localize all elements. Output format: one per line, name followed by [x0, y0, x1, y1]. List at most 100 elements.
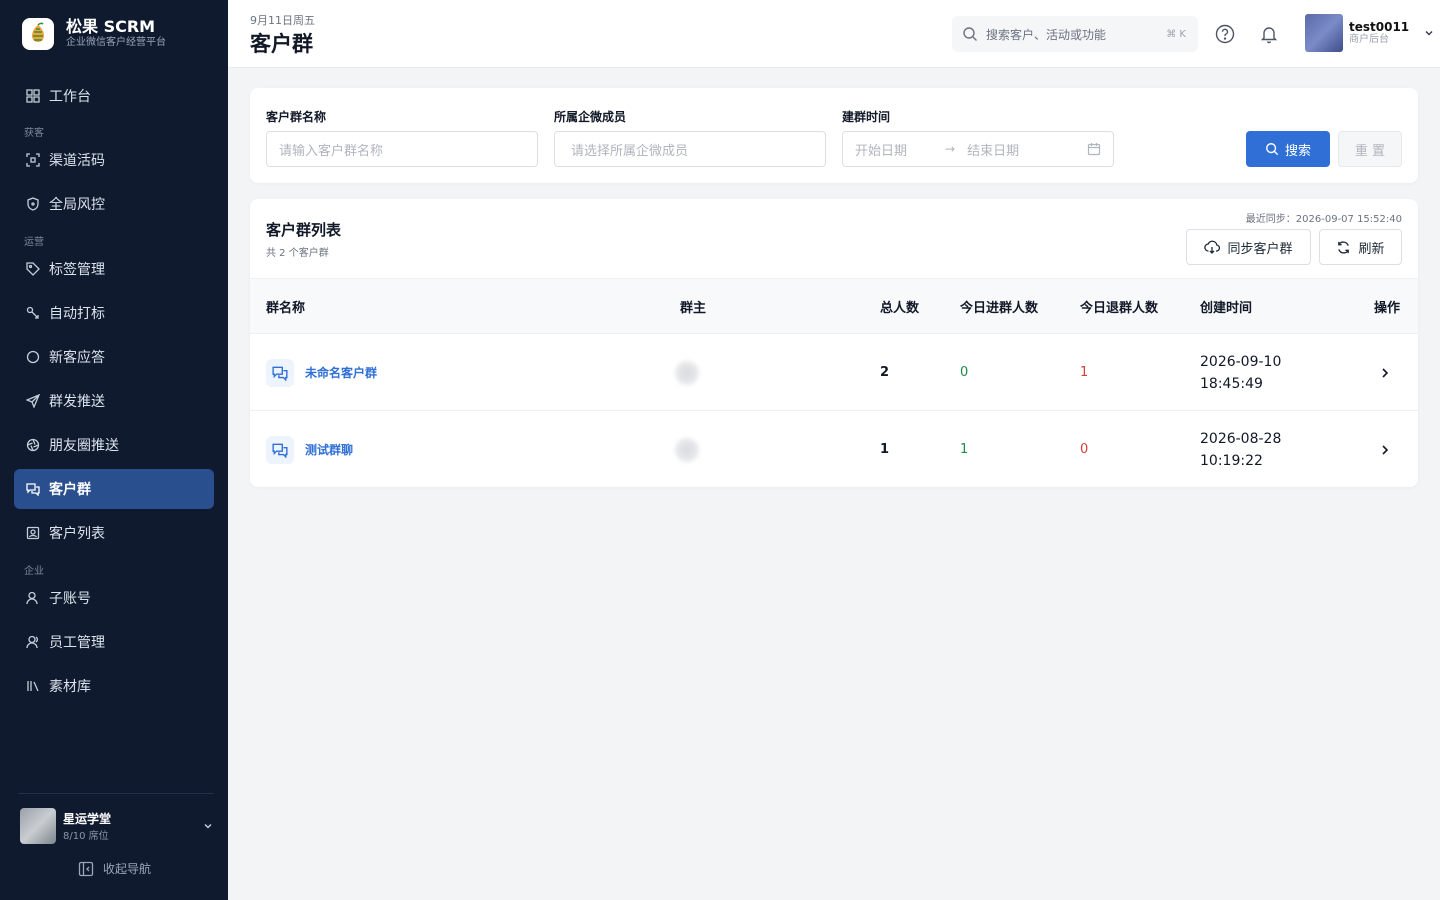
nav-item-new-customer[interactable]: 新客应答: [14, 337, 214, 377]
member-placeholder: 请选择所属企微成员: [571, 143, 689, 159]
date-range-picker[interactable]: 开始日期 → 结束日期: [842, 131, 1114, 167]
column-header-actions: 操作: [1374, 300, 1401, 316]
total-members: 2: [880, 365, 890, 380]
nav-label: 自动打标: [49, 306, 105, 322]
reset-button[interactable]: 重 置: [1338, 131, 1402, 167]
search-button[interactable]: 搜索: [1246, 131, 1330, 167]
nav-item-mass-push[interactable]: 群发推送: [14, 381, 214, 421]
nav-section-acquire: 获客: [24, 128, 44, 139]
nav-item-tag-mgmt[interactable]: 标签管理: [14, 249, 214, 289]
group-list-card: 客户群列表 共 2 个客户群 最近同步：2026-09-07 15:52:40 …: [250, 199, 1418, 487]
topbar: 9月11日周五 客户群 搜索客户、活动或功能 ⌘ K test0011 商户后台: [228, 0, 1440, 68]
search-placeholder: 搜索客户、活动或功能: [986, 27, 1107, 42]
cloud-sync-icon: [1204, 239, 1221, 255]
filter-card: 客户群名称 请输入客户群名称 所属企微成员 请选择所属企微成员 建群时间 开始日…: [250, 88, 1418, 183]
nav-item-channel-code[interactable]: 渠道活码: [14, 140, 214, 180]
table-row[interactable]: 未命名客户群 2 0 1 2026-09-10 18:45:49: [250, 334, 1418, 411]
list-count: 共 2 个客户群: [266, 248, 329, 259]
nav-item-workbench[interactable]: 工作台: [14, 76, 214, 116]
brand-subtitle: 企业微信客户经营平台: [66, 37, 166, 48]
nav-label: 素材库: [49, 679, 91, 695]
member-select[interactable]: 请选择所属企微成员: [554, 131, 826, 167]
group-name-link[interactable]: 测试群聊: [305, 441, 353, 458]
group-chat-icon: [25, 481, 41, 497]
aperture-icon: [25, 437, 41, 453]
global-search[interactable]: 搜索客户、活动或功能 ⌘ K: [952, 16, 1198, 52]
owner-avatar: [675, 360, 699, 385]
nav-label: 渠道活码: [49, 153, 105, 169]
nav-label: 朋友圈推送: [49, 438, 119, 454]
column-header-joined-today: 今日进群人数: [960, 300, 1039, 316]
nav-item-auto-tag[interactable]: 自动打标: [14, 293, 214, 333]
group-name-cell[interactable]: 测试群聊: [266, 411, 353, 487]
reset-button-label: 重 置: [1354, 143, 1386, 159]
nav-item-moments-push[interactable]: 朋友圈推送: [14, 425, 214, 465]
table-row[interactable]: 测试群聊 1 1 0 2026-08-28 10:19:22: [250, 411, 1418, 487]
user-icon: [25, 590, 41, 606]
created-date: 2026-08-28: [1200, 430, 1282, 447]
brand-name: 松果 SCRM: [66, 17, 156, 36]
nav-label: 群发推送: [49, 394, 105, 410]
tag-icon: [25, 261, 41, 277]
nav-label: 客户群: [49, 482, 91, 498]
column-header-total: 总人数: [880, 300, 920, 316]
group-name-link[interactable]: 未命名客户群: [305, 364, 377, 381]
qrcode-scan-icon: [25, 152, 41, 168]
collapse-nav-button[interactable]: 收起导航: [78, 860, 151, 877]
group-owner-cell: [675, 411, 699, 487]
column-header-left-today: 今日退群人数: [1080, 300, 1159, 316]
nav-item-risk-control[interactable]: 全局风控: [14, 184, 214, 224]
bell-icon[interactable]: [1257, 22, 1281, 46]
created-clock: 10:19:22: [1200, 452, 1263, 469]
created-time: 2026-08-28 10:19:22: [1200, 411, 1281, 487]
search-button-label: 搜索: [1284, 143, 1311, 159]
group-name-cell[interactable]: 未命名客户群: [266, 334, 377, 411]
nav-item-customer-list[interactable]: 客户列表: [14, 513, 214, 553]
search-shortcut: ⌘ K: [1166, 28, 1186, 40]
last-sync-time: 最近同步：2026-09-07 15:52:40: [1245, 214, 1402, 225]
nav-label: 新客应答: [49, 350, 105, 366]
nav-section-ops: 运营: [24, 237, 44, 248]
refresh-button[interactable]: 刷新: [1319, 229, 1402, 265]
brand[interactable]: 松果 SCRM 企业微信客户经营平台: [22, 17, 166, 50]
start-date-input[interactable]: 开始日期: [855, 140, 907, 159]
nav-item-staff-mgmt[interactable]: 员工管理: [14, 622, 214, 662]
send-icon: [25, 393, 41, 409]
nav-item-sub-accounts[interactable]: 子账号: [14, 578, 214, 618]
column-header-created: 创建时间: [1200, 300, 1253, 316]
chevron-right-icon[interactable]: [1378, 411, 1392, 487]
created-time: 2026-09-10 18:45:49: [1200, 334, 1281, 411]
nav-label: 子账号: [49, 591, 91, 607]
group-name-placeholder: 请输入客户群名称: [279, 143, 384, 159]
shield-icon: [25, 196, 41, 212]
sync-button-label: 同步客户群: [1227, 241, 1293, 257]
nav-label: 全局风控: [49, 197, 105, 213]
user-menu[interactable]: test0011 商户后台: [1305, 14, 1435, 52]
chevron-right-icon[interactable]: [1378, 334, 1392, 411]
group-name-input[interactable]: 请输入客户群名称: [266, 131, 538, 167]
workspace-switcher[interactable]: 星运学堂 8/10 席位: [20, 808, 214, 844]
column-header-owner: 群主: [680, 300, 707, 316]
sidebar-collapse-icon: [78, 861, 94, 877]
refresh-icon: [1336, 240, 1351, 255]
page-title: 客户群: [250, 32, 313, 56]
refresh-button-label: 刷新: [1358, 241, 1385, 257]
nav-item-customer-groups[interactable]: 客户群: [14, 469, 214, 509]
users-icon: [25, 634, 41, 650]
workspace-seats: 8/10 席位: [63, 831, 109, 842]
end-date-input[interactable]: 结束日期: [967, 140, 1019, 159]
library-icon: [25, 678, 41, 694]
created-time-label: 建群时间: [842, 110, 891, 124]
nav-label: 客户列表: [49, 526, 105, 542]
pinecone-logo-icon: [22, 17, 54, 50]
grid-icon: [25, 88, 41, 104]
list-title: 客户群列表: [266, 221, 342, 239]
left-today: 0: [1080, 442, 1089, 457]
group-chat-icon: [266, 435, 294, 464]
auto-tag-icon: [25, 305, 41, 321]
nav-item-materials[interactable]: 素材库: [14, 666, 214, 706]
owner-avatar: [675, 437, 699, 462]
sync-groups-button[interactable]: 同步客户群: [1186, 229, 1311, 265]
chevron-down-icon: [202, 817, 214, 836]
help-icon[interactable]: [1213, 22, 1237, 46]
